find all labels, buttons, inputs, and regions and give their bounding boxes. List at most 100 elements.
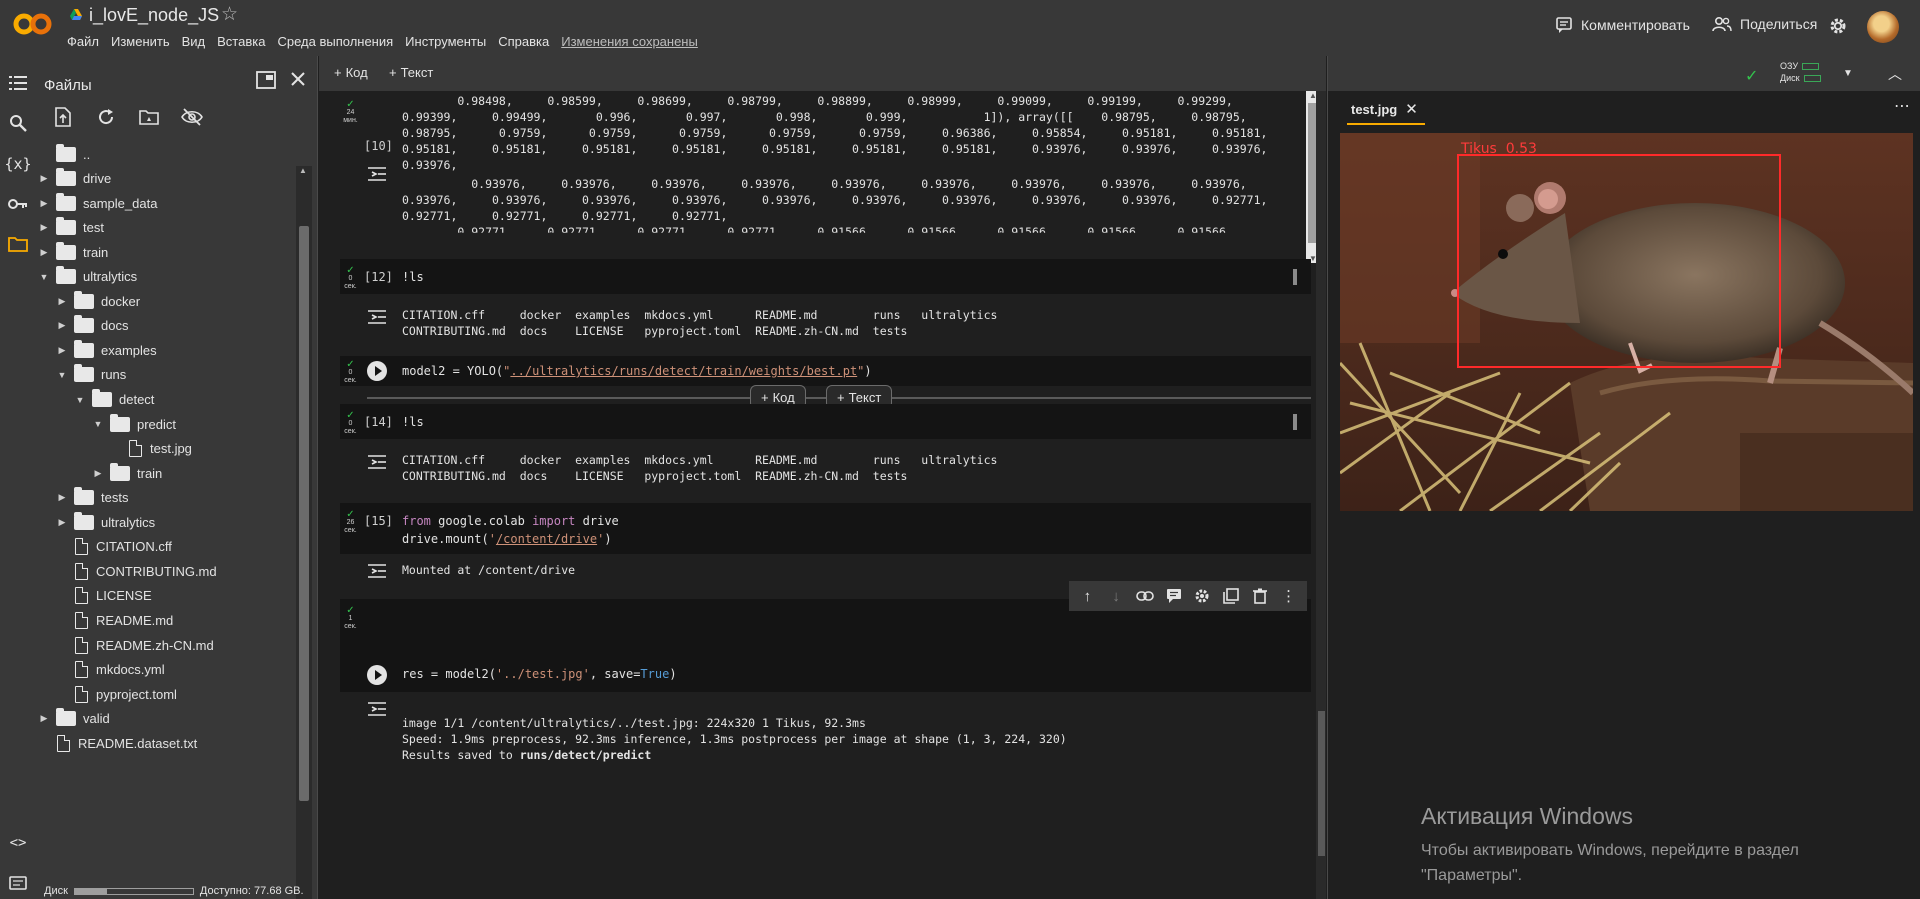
file-tree-file[interactable]: CITATION.cff bbox=[56, 535, 172, 559]
collapse-arrow-icon[interactable]: ▶ bbox=[56, 345, 68, 356]
close-tab-icon[interactable]: ✕ bbox=[1405, 100, 1418, 118]
file-tree-folder[interactable]: ▼ ultralytics bbox=[38, 265, 137, 289]
cell-16-code[interactable]: res = model2('../test.jpg', save=True) bbox=[340, 655, 1311, 692]
output-menu-icon[interactable] bbox=[367, 701, 387, 717]
collapse-arrow-icon[interactable]: ▶ bbox=[38, 247, 50, 258]
expand-arrow-icon[interactable]: ▼ bbox=[92, 419, 104, 429]
cell-14[interactable]: ✓ 0 сек. [14] !ls bbox=[340, 404, 1311, 439]
notebook-title[interactable]: i_lovE_node_JS bbox=[89, 5, 219, 26]
file-tree-folder[interactable]: ▶ valid bbox=[38, 707, 110, 731]
key-icon[interactable] bbox=[7, 193, 29, 215]
cell-15[interactable]: ✓ 26 сек. [15] from google.colab import dr… bbox=[340, 503, 1311, 554]
share-button[interactable]: Поделиться bbox=[1712, 16, 1817, 32]
menu-insert[interactable]: Вставка bbox=[217, 34, 265, 49]
file-tree-folder[interactable]: ▶ tests bbox=[56, 486, 128, 510]
menu-tools[interactable]: Инструменты bbox=[405, 34, 486, 49]
file-tree-folder[interactable]: ▶ train bbox=[92, 461, 162, 485]
output-menu-icon[interactable] bbox=[367, 454, 387, 470]
collapse-arrow-icon[interactable]: ▶ bbox=[38, 222, 50, 233]
menu-view[interactable]: Вид bbox=[182, 34, 206, 49]
link-icon[interactable] bbox=[1135, 586, 1155, 606]
tab-test-jpg[interactable]: test.jpg ✕ bbox=[1351, 100, 1418, 118]
file-tree-folder[interactable]: ▶ train bbox=[38, 240, 108, 264]
cell-13[interactable]: ✓ 0 сек. model2 = YOLO("../ultralytics/run… bbox=[340, 356, 1311, 386]
file-tree-folder[interactable]: ▶ examples bbox=[56, 338, 157, 362]
file-tree-folder[interactable]: ▼ predict bbox=[92, 412, 176, 436]
more-vert-icon[interactable]: ⋮ bbox=[1279, 586, 1299, 606]
file-tree-file[interactable]: CONTRIBUTING.md bbox=[56, 559, 217, 583]
file-tree-file[interactable]: LICENSE bbox=[56, 584, 152, 608]
file-tree-file[interactable]: README.dataset.txt bbox=[38, 731, 197, 755]
code-line[interactable]: res = model2('../test.jpg', save=True) bbox=[402, 667, 677, 681]
menu-runtime[interactable]: Среда выполнения bbox=[277, 34, 393, 49]
user-avatar[interactable] bbox=[1867, 11, 1899, 43]
code-line[interactable]: drive.mount('/content/drive') bbox=[402, 532, 612, 546]
collapse-arrow-icon[interactable]: ▶ bbox=[38, 173, 50, 184]
refresh-icon[interactable] bbox=[95, 106, 117, 128]
file-tree-folder[interactable]: ▶ docs bbox=[56, 314, 128, 338]
add-code-button[interactable]: + Код bbox=[334, 65, 368, 80]
cell-settings-icon[interactable] bbox=[1192, 586, 1212, 606]
notebook-scrollbar[interactable] bbox=[1316, 91, 1326, 899]
close-icon[interactable] bbox=[290, 71, 306, 87]
code-line[interactable]: from google.colab import drive bbox=[402, 514, 619, 528]
code-line[interactable]: model2 = YOLO("../ultralytics/runs/detec… bbox=[402, 364, 872, 378]
runtime-dropdown-icon[interactable]: ▼ bbox=[1843, 68, 1853, 79]
mirror-cell-icon[interactable] bbox=[1221, 586, 1241, 606]
file-tree-folder[interactable]: ▶ drive bbox=[38, 167, 111, 191]
expand-arrow-icon[interactable]: ▼ bbox=[38, 272, 50, 282]
upload-file-icon[interactable] bbox=[52, 106, 74, 128]
file-tree-folder[interactable]: ▶ docker bbox=[56, 289, 140, 313]
file-tree-file[interactable]: pyproject.toml bbox=[56, 682, 177, 706]
file-tree-folder[interactable]: ▶ sample_data bbox=[38, 191, 157, 215]
file-tree-folder[interactable]: ▶ test bbox=[38, 216, 104, 240]
output-menu-icon[interactable] bbox=[367, 166, 387, 182]
collapse-header-icon[interactable]: ︿ bbox=[1888, 64, 1902, 84]
comment-icon[interactable] bbox=[1164, 586, 1184, 606]
scroll-up-arrow-icon[interactable]: ▲ bbox=[299, 166, 307, 175]
collapse-arrow-icon[interactable]: ▶ bbox=[56, 320, 68, 331]
search-icon[interactable] bbox=[7, 112, 29, 134]
file-tree-folder[interactable]: ▼ runs bbox=[56, 363, 126, 387]
files-scrollbar[interactable]: ▲ ▼ bbox=[296, 166, 312, 899]
mount-drive-icon[interactable] bbox=[138, 106, 160, 128]
run-cell-button[interactable] bbox=[367, 665, 387, 685]
terminal-icon[interactable] bbox=[7, 872, 29, 894]
collapse-arrow-icon[interactable]: ▶ bbox=[38, 198, 50, 209]
expand-arrow-icon[interactable]: ▼ bbox=[74, 395, 86, 405]
move-down-icon[interactable]: ↓ bbox=[1106, 586, 1126, 606]
file-tree-folder[interactable]: ▶ ultralytics bbox=[56, 510, 155, 534]
file-tree-file[interactable]: test.jpg bbox=[110, 437, 192, 461]
file-tree-folder[interactable]: .. bbox=[38, 142, 90, 166]
code-snippets-icon[interactable]: <> bbox=[7, 832, 29, 854]
variables-icon[interactable]: {x} bbox=[4, 153, 31, 175]
collapse-arrow-icon[interactable]: ▶ bbox=[92, 468, 104, 479]
file-tree-file[interactable]: README.md bbox=[56, 608, 173, 632]
open-in-tab-icon[interactable] bbox=[256, 71, 276, 89]
colab-logo[interactable] bbox=[13, 11, 53, 37]
file-tree-file[interactable]: mkdocs.yml bbox=[56, 658, 165, 682]
menu-help[interactable]: Справка bbox=[498, 34, 549, 49]
file-tree-file[interactable]: README.zh-CN.md bbox=[56, 633, 214, 657]
delete-icon[interactable] bbox=[1250, 586, 1270, 606]
table-of-contents-icon[interactable] bbox=[7, 72, 29, 94]
menu-file[interactable]: Файл bbox=[67, 34, 99, 49]
add-text-button[interactable]: + Текст bbox=[389, 65, 433, 80]
notebook-scroll-thumb[interactable] bbox=[1318, 711, 1325, 856]
run-cell-button[interactable] bbox=[367, 361, 387, 381]
comment-button[interactable]: Комментировать bbox=[1555, 16, 1690, 34]
collapse-arrow-icon[interactable]: ▶ bbox=[56, 492, 68, 503]
resource-indicator[interactable]: ОЗУ Диск bbox=[1780, 60, 1821, 84]
file-tree-folder[interactable]: ▼ detect bbox=[74, 388, 154, 412]
code-line[interactable]: !ls bbox=[402, 270, 424, 284]
files-folder-icon[interactable] bbox=[7, 233, 29, 255]
collapse-arrow-icon[interactable]: ▶ bbox=[56, 296, 68, 307]
move-up-icon[interactable]: ↑ bbox=[1077, 586, 1097, 606]
menu-edit[interactable]: Изменить bbox=[111, 34, 170, 49]
expand-arrow-icon[interactable]: ▼ bbox=[56, 370, 68, 380]
more-options-icon[interactable]: ⋯ bbox=[1894, 96, 1910, 116]
saved-status-link[interactable]: Изменения сохранены bbox=[561, 34, 698, 49]
files-scrollbar-thumb[interactable] bbox=[299, 226, 309, 801]
cell-12[interactable]: ✓ 0 сек. [12] !ls bbox=[340, 259, 1311, 294]
collapse-arrow-icon[interactable]: ▶ bbox=[38, 713, 50, 724]
